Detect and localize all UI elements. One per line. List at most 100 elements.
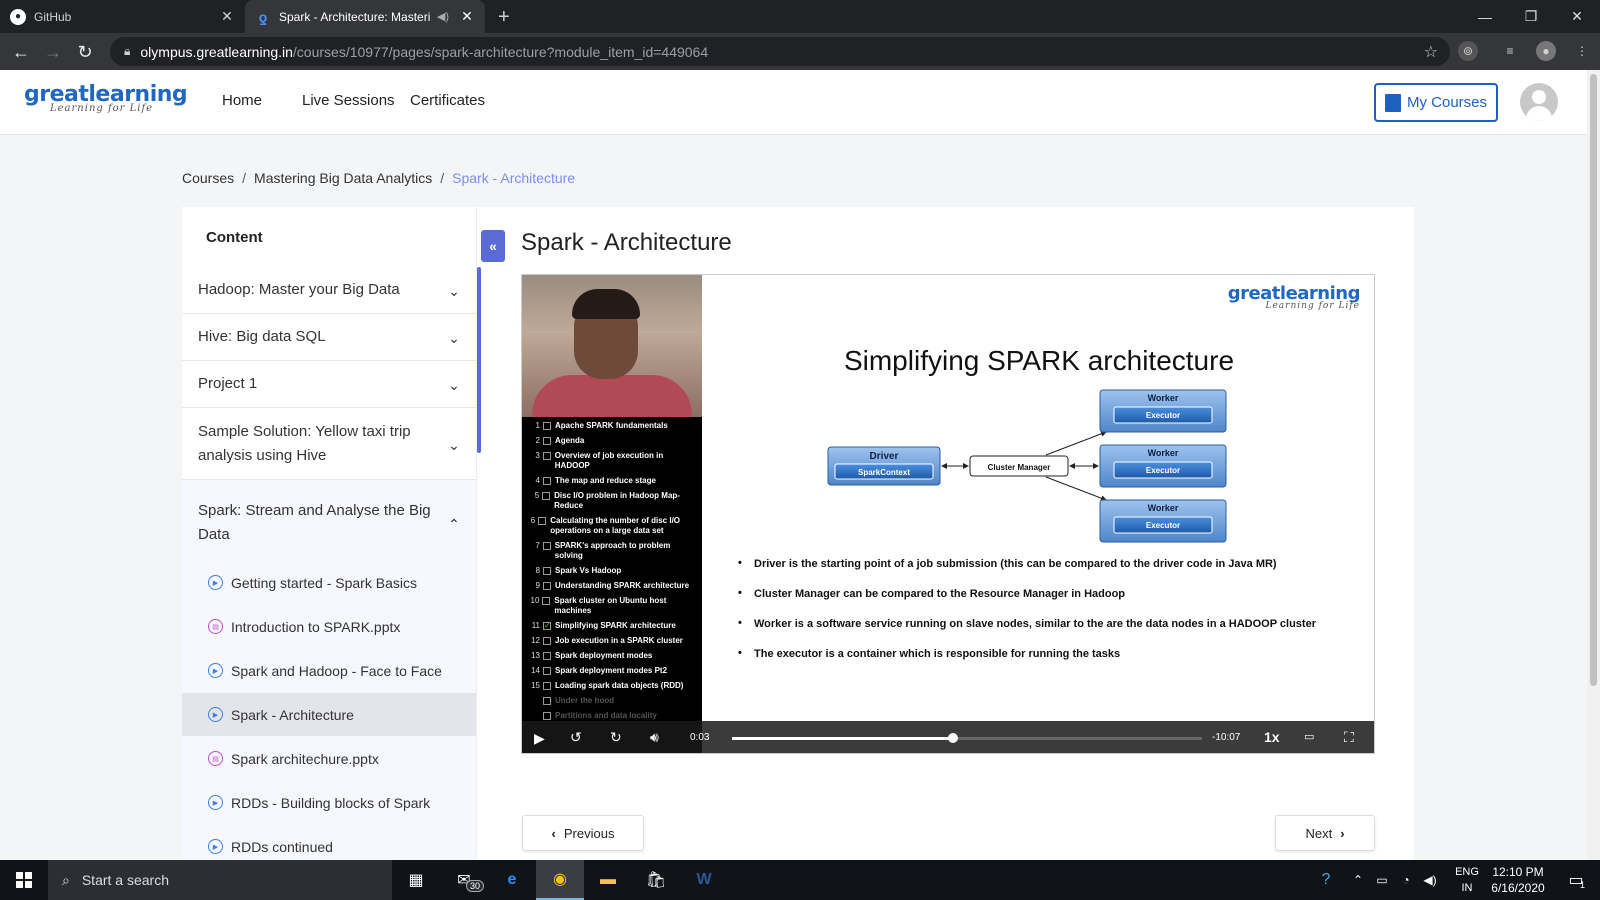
video-player[interactable]: 1 Apache SPARK fundamentals 2 Agenda 3 Overvi… xyxy=(521,274,1375,754)
sidebar-item[interactable]: ▶ RDDs continued xyxy=(182,825,476,860)
outline-label: Calculating the number of disc I/O opera… xyxy=(550,516,681,535)
notifications-icon[interactable]: ▭ 1 xyxy=(1556,860,1596,900)
outline-item[interactable]: 15 Loading spark data objects (RDD) xyxy=(528,681,698,691)
forward-icon[interactable]: ↻ xyxy=(610,729,622,746)
sidebar-item[interactable]: ▶ RDDs - Building blocks of Spark xyxy=(182,781,476,824)
outline-item[interactable]: 12 Job execution in a SPARK cluster xyxy=(528,636,698,646)
outline-item[interactable]: 10 Spark cluster on Ubuntu host machines xyxy=(528,596,698,616)
extension-icon[interactable]: ⊚ xyxy=(1458,41,1478,61)
help-icon[interactable]: ? xyxy=(1310,860,1342,900)
mail-icon[interactable]: ✉ 30 xyxy=(440,860,488,900)
sidebar-scrollbar[interactable] xyxy=(477,267,481,453)
module-spark[interactable]: Spark: Stream and Analyse the Big Data ⌃ xyxy=(182,480,476,565)
seek-bar[interactable] xyxy=(732,733,1202,743)
my-courses-button[interactable]: My Courses xyxy=(1374,83,1498,122)
page-scrollbar[interactable] xyxy=(1587,70,1600,860)
previous-button[interactable]: ‹ Previous xyxy=(522,815,644,851)
maximize-icon[interactable]: ❐ xyxy=(1508,0,1554,33)
breadcrumb-course[interactable]: Mastering Big Data Analytics xyxy=(254,170,432,186)
outline-item[interactable]: 14 Spark deployment modes Pt2 xyxy=(528,666,698,676)
nav-home[interactable]: Home xyxy=(222,92,262,109)
word-icon[interactable]: W xyxy=(680,860,728,900)
seek-handle[interactable] xyxy=(947,733,958,743)
battery-icon[interactable]: ▭ xyxy=(1370,860,1394,900)
chevron-up-icon: ⌃ xyxy=(448,515,460,532)
menu-icon[interactable]: ⋮ xyxy=(1572,41,1592,61)
outline-label: Disc I/O problem in Hadoop Map-Reduce xyxy=(554,491,680,510)
outline-item[interactable]: 11 ✓ Simplifying SPARK architecture xyxy=(528,621,698,631)
next-button[interactable]: Next › xyxy=(1275,815,1375,851)
start-button[interactable] xyxy=(0,860,48,900)
playback-speed-button[interactable]: 1x xyxy=(1264,729,1280,745)
fullscreen-icon[interactable]: ⛶ xyxy=(1344,729,1354,746)
volume-icon[interactable]: ◀) xyxy=(1418,860,1442,900)
rewind-icon[interactable]: ↺ xyxy=(570,729,582,746)
outline-item[interactable]: 3 Overview of job execution in HADOOP xyxy=(528,451,698,471)
profile-icon[interactable]: ● xyxy=(1536,41,1556,61)
forward-icon[interactable]: → xyxy=(42,41,64,63)
outline-item[interactable]: 4 The map and reduce stage xyxy=(528,476,698,486)
outline-item[interactable]: 1 Apache SPARK fundamentals xyxy=(528,421,698,431)
outline-item[interactable]: 8 Spark Vs Hadoop xyxy=(528,566,698,576)
outline-item[interactable]: Partitions and data locality xyxy=(528,711,698,721)
module-hadoop[interactable]: Hadoop: Master your Big Data ⌄ xyxy=(182,267,476,314)
edge-icon[interactable]: e xyxy=(488,860,536,900)
breadcrumb-courses[interactable]: Courses xyxy=(182,170,234,186)
outline-item[interactable]: 5 Disc I/O problem in Hadoop Map-Reduce xyxy=(528,491,698,511)
greatlearning-logo[interactable]: greatlearning Learning for Life xyxy=(24,82,188,114)
reload-icon[interactable]: ↻ xyxy=(74,41,96,63)
new-tab-icon[interactable]: + xyxy=(498,6,510,29)
task-view-icon[interactable]: ▦ xyxy=(392,860,440,900)
chevron-up-icon[interactable]: ⌃ xyxy=(1346,860,1370,900)
outline-label: Under the hood xyxy=(555,696,615,705)
module-project-1[interactable]: Project 1 ⌄ xyxy=(182,361,476,408)
outline-item[interactable]: 9 Understanding SPARK architecture xyxy=(528,581,698,591)
outline-item[interactable]: Under the hood xyxy=(528,696,698,706)
collapse-sidebar-button[interactable]: « xyxy=(481,230,505,262)
worker-box-2: Worker Executor xyxy=(1099,444,1227,488)
tab-github[interactable]: ● GitHub ✕ xyxy=(0,0,245,33)
window-close-icon[interactable]: ✕ xyxy=(1554,0,1600,33)
remaining-time: -10:07 xyxy=(1212,732,1241,743)
module-title: Hive: Big data SQL xyxy=(198,328,326,345)
store-icon[interactable]: 🛍︎ xyxy=(632,860,680,900)
sidebar-item[interactable]: ▶ Getting started - Spark Basics xyxy=(182,561,476,604)
sidebar-item[interactable]: ▤ Introduction to SPARK.pptx xyxy=(182,605,476,648)
language-indicator[interactable]: ENG IN xyxy=(1452,864,1482,896)
module-sample-solution[interactable]: Sample Solution: Yellow taxi trip analys… xyxy=(182,408,476,480)
outline-number: 11 xyxy=(531,621,540,630)
module-hive[interactable]: Hive: Big data SQL ⌄ xyxy=(182,314,476,361)
outline-item[interactable]: 2 Agenda xyxy=(528,436,698,446)
outline-item[interactable]: 6 Calculating the number of disc I/O oper… xyxy=(528,516,698,536)
outline-item[interactable]: 7 SPARK's approach to problem solving xyxy=(528,541,698,561)
url-field[interactable]: 🔒︎ olympus.greatlearning.in /courses/109… xyxy=(110,37,1450,66)
mail-badge: 30 xyxy=(466,880,485,892)
nav-live-sessions[interactable]: Live Sessions xyxy=(302,92,395,109)
captions-icon[interactable]: ▭ xyxy=(1304,730,1314,743)
file-explorer-icon[interactable]: ▬ xyxy=(584,860,632,900)
sidebar-item[interactable]: ▤ Spark architechure.pptx xyxy=(182,737,476,780)
back-icon[interactable]: ← xyxy=(10,41,32,63)
taskbar-search[interactable]: ⌕ Start a search xyxy=(48,860,392,900)
avatar[interactable] xyxy=(1520,83,1558,121)
volume-icon[interactable]: 🔊︎ xyxy=(650,729,659,746)
play-icon[interactable]: ▶ xyxy=(534,730,545,747)
outline-item[interactable]: 13 Spark deployment modes xyxy=(528,651,698,661)
sidebar-item-active[interactable]: ▶ Spark - Architecture xyxy=(182,693,476,736)
sidebar-item[interactable]: ▶ Spark and Hadoop - Face to Face xyxy=(182,649,476,692)
speaker-icon[interactable]: ◀) xyxy=(437,10,449,23)
close-icon[interactable]: ✕ xyxy=(219,8,235,25)
nav-certificates[interactable]: Certificates xyxy=(410,92,485,109)
play-circle-icon: ▶ xyxy=(208,795,223,810)
executor-label: Executor xyxy=(1146,466,1180,475)
chrome-icon[interactable]: ◉ xyxy=(536,860,584,900)
tab-spark-architecture[interactable]: ƍ Spark - Architecture: Masteri ◀) ✕ xyxy=(245,0,485,33)
media-control-icon[interactable]: ≡ xyxy=(1500,41,1520,61)
worker-label: Worker xyxy=(1148,448,1179,458)
clock[interactable]: 12:10 PM 6/16/2020 xyxy=(1486,864,1550,896)
bookmark-star-icon[interactable]: ☆ xyxy=(1424,42,1438,62)
wifi-icon[interactable]: ◔ xyxy=(1394,860,1418,900)
close-icon[interactable]: ✕ xyxy=(459,8,475,25)
minimize-icon[interactable]: — xyxy=(1462,0,1508,33)
seek-bar-fill xyxy=(732,737,953,740)
